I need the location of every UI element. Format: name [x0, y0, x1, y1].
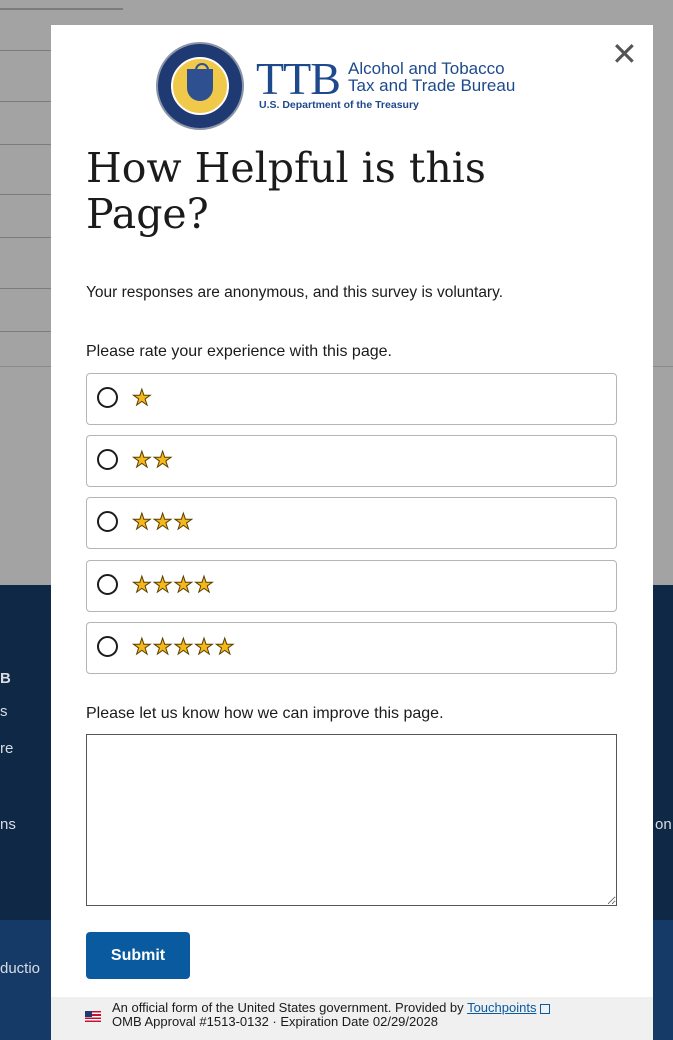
star-icon: ★★★★: [132, 572, 215, 597]
improve-label: Please let us know how we can improve th…: [86, 705, 444, 722]
rating-option-4[interactable]: ★★★★: [86, 560, 617, 612]
submit-button[interactable]: Submit: [86, 932, 190, 979]
us-flag-icon: [85, 1011, 101, 1022]
logo-department: U.S. Department of the Treasury: [259, 99, 419, 111]
official-form-footer: An official form of the United States go…: [51, 997, 653, 1040]
treasury-seal-icon: [156, 42, 244, 130]
radio-button[interactable]: [97, 511, 118, 532]
footer-fragment: on: [655, 816, 672, 833]
footer-fragment: B: [0, 670, 11, 687]
star-icon: ★★: [131, 447, 174, 472]
radio-button[interactable]: [97, 449, 118, 470]
logo-acronym: TTB: [256, 53, 341, 104]
table-row: [0, 8, 123, 10]
footer-text: An official form of the United States go…: [112, 1000, 551, 1029]
feedback-textarea[interactable]: [86, 734, 617, 906]
external-link-icon: [540, 1004, 551, 1014]
footer-fragment: ductio: [0, 960, 41, 977]
radio-button[interactable]: [97, 574, 118, 595]
star-icon: ★★★★★: [132, 634, 236, 659]
footer-fragment: ns: [0, 816, 16, 833]
star-icon: ★: [132, 385, 153, 410]
survey-modal: ✕ TTB Alcohol and Tobacco Tax and Trade …: [51, 25, 653, 1040]
page-title: How Helpful is this Page?: [86, 144, 486, 238]
radio-button[interactable]: [97, 387, 118, 408]
logo-name: Alcohol and Tobacco Tax and Trade Bureau: [348, 59, 516, 95]
footer-fragment: re: [0, 740, 14, 757]
rating-label: Please rate your experience with this pa…: [86, 343, 392, 360]
rating-option-5[interactable]: ★★★★★: [86, 622, 617, 674]
omb-approval: OMB Approval #1513-0132 · Expiration Dat…: [112, 1014, 438, 1029]
rating-option-1[interactable]: ★: [86, 373, 617, 425]
rating-option-3[interactable]: ★★★: [86, 497, 617, 549]
footer-fragment: s: [0, 703, 8, 720]
close-icon[interactable]: ✕: [611, 38, 638, 70]
radio-button[interactable]: [97, 636, 118, 657]
anonymous-note: Your responses are anonymous, and this s…: [86, 284, 504, 301]
rating-option-2[interactable]: ★★: [86, 435, 617, 487]
star-icon: ★★★: [131, 509, 195, 534]
touchpoints-link[interactable]: Touchpoints: [467, 1000, 536, 1015]
